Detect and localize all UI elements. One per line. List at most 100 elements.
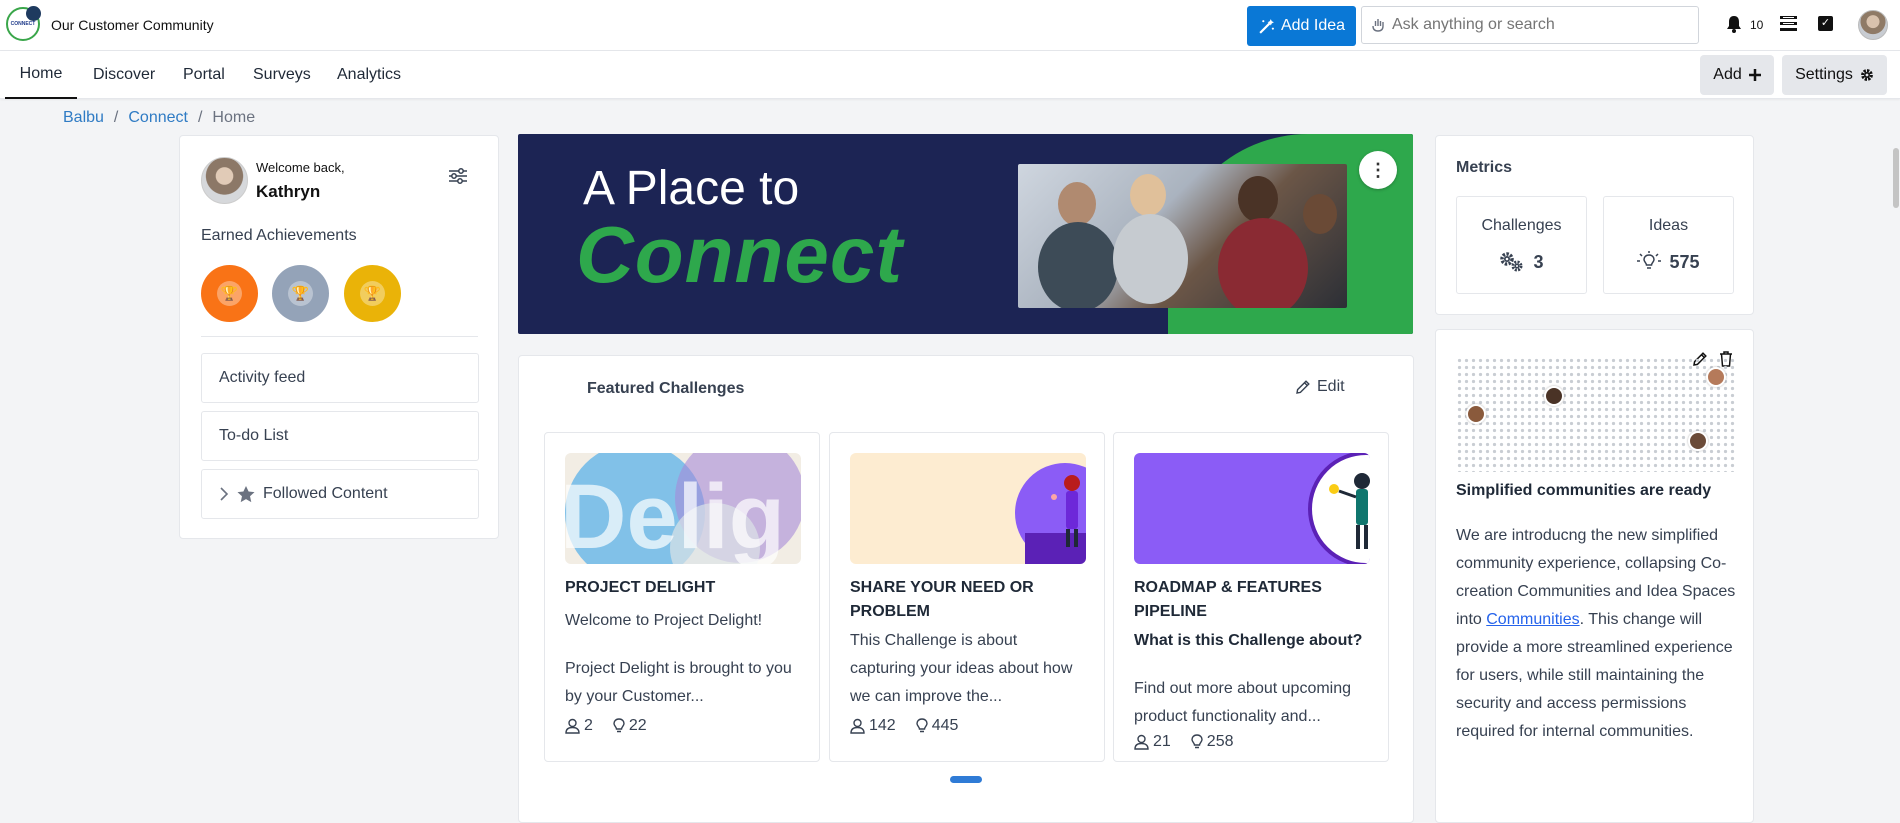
lightbulb-icon xyxy=(1191,734,1203,749)
challenge-subtitle: Welcome to Project Delight! xyxy=(565,612,763,629)
search-box[interactable] xyxy=(1361,6,1699,44)
logo-text: CONNECT xyxy=(10,21,36,27)
breadcrumb-balbu[interactable]: Balbu xyxy=(63,109,104,127)
followed-content-label: Followed Content xyxy=(263,485,388,502)
delight-art: Delig xyxy=(565,453,801,564)
add-label: Add xyxy=(1713,66,1742,83)
user-avatar[interactable] xyxy=(1858,10,1888,40)
achievement-badge-gold[interactable]: 🏆 xyxy=(344,265,401,322)
welcome-text: Welcome back, xyxy=(256,160,345,175)
todo-list-link[interactable]: To-do List xyxy=(201,411,479,461)
user-icon xyxy=(1134,734,1149,750)
carousel-indicator[interactable] xyxy=(950,776,982,783)
edit-button[interactable]: Edit xyxy=(1295,378,1345,396)
achievements-title: Earned Achievements xyxy=(201,227,357,244)
challenge-title: PROJECT DELIGHT xyxy=(565,579,716,596)
members-count: 2 xyxy=(584,717,593,734)
trophy-icon: 🏆 xyxy=(217,281,242,306)
challenge-subtitle: What is this Challenge about? xyxy=(1134,632,1363,649)
announcement-text: . This change will provide a more stream… xyxy=(1456,611,1733,740)
list-icon[interactable] xyxy=(1780,16,1797,31)
challenge-title: ROADMAP & FEATURES PIPELINE xyxy=(1134,579,1322,620)
bell-icon[interactable] xyxy=(1726,15,1742,33)
lightbulb-icon xyxy=(613,718,625,733)
notification-count: 10 xyxy=(1750,18,1764,32)
lightbulb-icon xyxy=(916,718,928,733)
world-map-graphic xyxy=(1456,357,1736,472)
challenge-image xyxy=(850,453,1086,564)
user-icon xyxy=(850,718,865,734)
tab-analytics[interactable]: Analytics xyxy=(337,51,401,99)
achievement-badge-silver[interactable]: 🏆 xyxy=(272,265,329,322)
breadcrumb-connect[interactable]: Connect xyxy=(128,109,188,127)
challenge-image: Delig xyxy=(565,453,801,564)
breadcrumb-home: Home xyxy=(212,109,256,126)
hero-line-1: A Place to xyxy=(583,162,800,215)
ideas-stat: 258 xyxy=(1191,733,1234,751)
lightbulb-glow-icon xyxy=(1637,251,1662,269)
tab-home[interactable]: Home xyxy=(5,51,77,99)
tab-discover[interactable]: Discover xyxy=(93,51,155,99)
challenge-description: Find out more about upcoming product fun… xyxy=(1134,680,1352,725)
metric-label: Ideas xyxy=(1648,217,1689,234)
page-scrollbar[interactable] xyxy=(1892,134,1900,823)
challenge-card-roadmap[interactable]: ROADMAP & FEATURES PIPELINE What is this… xyxy=(1113,432,1389,762)
add-button[interactable]: Add xyxy=(1700,55,1774,95)
share-need-art xyxy=(1015,463,1086,564)
community-member-avatar xyxy=(1466,404,1486,424)
breadcrumb-separator: / xyxy=(197,109,203,126)
search-input[interactable] xyxy=(1392,16,1682,34)
members-count: 142 xyxy=(869,717,896,734)
checkbox-icon[interactable]: ✓ xyxy=(1818,16,1833,31)
divider xyxy=(201,336,478,337)
metric-value-row: 575 xyxy=(1604,251,1733,273)
main-nav: Home Discover Portal Surveys Analytics A… xyxy=(0,51,1900,99)
user-icon xyxy=(565,718,580,734)
achievement-badge-orange[interactable]: 🏆 xyxy=(201,265,258,322)
star-icon xyxy=(237,485,255,502)
add-idea-button[interactable]: Add Idea xyxy=(1247,6,1356,46)
ideas-count: 445 xyxy=(931,717,959,734)
metric-ideas[interactable]: Ideas 575 xyxy=(1603,196,1734,294)
announcement-body: We are introducng the new simplified com… xyxy=(1456,522,1741,746)
metric-challenges[interactable]: Challenges 3 xyxy=(1456,196,1587,294)
metric-value: 3 xyxy=(1533,251,1544,272)
announcement-card: Simplified communities are ready We are … xyxy=(1435,329,1754,823)
svg-text:Delig: Delig xyxy=(565,466,785,564)
metric-value-row: 3 xyxy=(1457,251,1586,273)
top-bar: CONNECT Our Customer Community Add Idea … xyxy=(0,0,1900,51)
followed-content-link[interactable]: Followed Content xyxy=(201,469,479,519)
tab-portal[interactable]: Portal xyxy=(183,51,225,99)
app-title[interactable]: Our Customer Community xyxy=(51,17,214,33)
breadcrumb: Balbu / Connect / Home xyxy=(63,109,255,127)
challenge-card-share-need[interactable]: SHARE YOUR NEED OR PROBLEM This Challeng… xyxy=(829,432,1105,762)
app-logo[interactable]: CONNECT xyxy=(6,6,41,41)
members-stat: 2 xyxy=(565,717,593,735)
challenge-stats: 2 22 xyxy=(565,717,647,735)
ideas-stat: 22 xyxy=(613,717,647,735)
challenge-stats: 21 258 xyxy=(1134,733,1234,751)
pencil-icon xyxy=(1296,380,1310,394)
challenge-card-project-delight[interactable]: Delig PROJECT DELIGHT Welcome to Project… xyxy=(544,432,820,762)
challenge-image xyxy=(1134,453,1370,564)
challenge-description: Project Delight is brought to you by you… xyxy=(565,660,792,705)
tab-surveys[interactable]: Surveys xyxy=(253,51,311,99)
chevron-right-icon xyxy=(220,487,229,501)
profile-avatar[interactable] xyxy=(201,157,248,204)
community-member-avatar xyxy=(1688,431,1708,451)
trophy-icon: 🏆 xyxy=(288,281,313,306)
sliders-icon[interactable] xyxy=(448,168,468,184)
communities-link[interactable]: Communities xyxy=(1486,611,1579,628)
activity-feed-link[interactable]: Activity feed xyxy=(201,353,479,403)
members-stat: 142 xyxy=(850,717,896,735)
user-name: Kathryn xyxy=(256,182,321,201)
hero-line-2: Connect xyxy=(576,210,903,299)
edit-label: Edit xyxy=(1317,378,1345,395)
challenge-description: This Challenge is about capturing your i… xyxy=(850,632,1073,705)
members-stat: 21 xyxy=(1134,733,1171,751)
gears-icon xyxy=(1500,252,1523,272)
settings-button[interactable]: Settings xyxy=(1782,55,1887,95)
hero-menu-button[interactable]: ⋮ xyxy=(1359,151,1397,189)
ideas-count: 258 xyxy=(1206,733,1234,750)
scrollbar-thumb[interactable] xyxy=(1893,148,1899,208)
